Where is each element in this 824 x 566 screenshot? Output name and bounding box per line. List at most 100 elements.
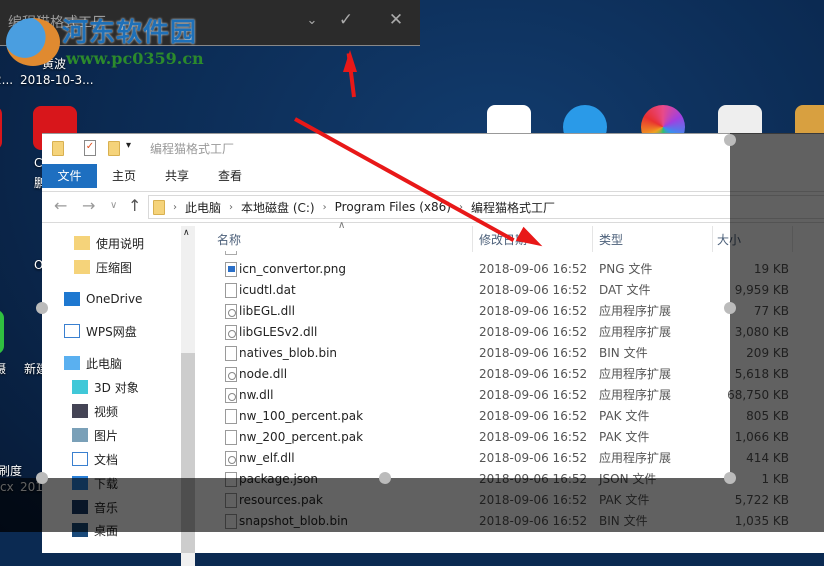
watermark-name: 河东软件园 — [62, 18, 198, 48]
new-folder-icon[interactable] — [108, 141, 120, 156]
sidebar-item[interactable]: 文档 — [72, 448, 118, 470]
file-type: 应用程序扩展 — [599, 304, 672, 318]
dll-file-icon — [225, 388, 237, 403]
file-name: nw.dll — [239, 388, 274, 402]
file-date: 2018-09-06 16:52 — [479, 430, 588, 444]
sidebar-item[interactable]: 3D 对象 — [72, 376, 139, 398]
sidebar-item-label: 文档 — [94, 452, 119, 467]
arrow-head — [343, 50, 357, 72]
file-file-icon — [225, 346, 237, 361]
recent-dropdown-icon[interactable]: ∨ — [110, 200, 117, 211]
file-name: icudtl.dat — [239, 283, 296, 297]
folder-icon — [74, 260, 90, 274]
dll-file-icon — [225, 325, 237, 340]
file-name: nw_100_percent.pak — [239, 409, 364, 423]
file-date: 2018-09-06 16:52 — [479, 367, 588, 381]
cloud-icon — [64, 292, 80, 306]
sidebar-item-label: 使用说明 — [96, 236, 145, 251]
quick-access-toolbar: ✓ ▾ 编程猫格式工厂 — [42, 134, 824, 162]
file-date: 2018-09-06 16:52 — [479, 325, 588, 339]
customize-dropdown-icon[interactable]: ▾ — [126, 140, 131, 151]
file-type: 应用程序扩展 — [599, 325, 672, 339]
film-icon — [72, 404, 88, 418]
sidebar-item[interactable]: WPS网盘 — [64, 320, 137, 342]
breadcrumb-item[interactable]: 编程猫格式工厂 — [471, 199, 555, 216]
sidebar-item[interactable]: 使用说明 — [74, 232, 144, 254]
file-type: 应用程序扩展 — [599, 451, 672, 465]
column-divider[interactable] — [592, 226, 593, 252]
sidebar-item[interactable]: OneDrive — [64, 288, 142, 310]
watermark-logo — [6, 18, 60, 66]
up-button[interactable]: ↑ — [128, 196, 141, 215]
tab-file[interactable]: 文件 — [42, 164, 97, 188]
selection-handle[interactable] — [724, 134, 736, 146]
file-date: 2018-09-06 16:52 — [479, 451, 588, 465]
address-bar[interactable]: › 此电脑 › 本地磁盘 (C:) › Program Files (x86) … — [148, 195, 824, 219]
dll-file-icon — [225, 451, 237, 466]
sidebar-item-label: 视频 — [94, 404, 119, 419]
partial-row — [225, 251, 237, 255]
tab-view[interactable]: 查看 — [218, 164, 242, 188]
ribbon-divider — [42, 191, 824, 192]
sidebar-item[interactable]: 此电脑 — [64, 352, 122, 374]
selection-handle[interactable] — [724, 472, 736, 484]
computer-icon — [64, 356, 80, 370]
file-file-icon — [225, 409, 237, 424]
file-date: 2018-09-06 16:52 — [479, 409, 588, 423]
file-name: natives_blob.bin — [239, 346, 338, 360]
scroll-up-icon[interactable]: ∧ — [183, 228, 190, 238]
ribbon-tabs: 文件 主页 共享 查看 — [42, 164, 824, 188]
tab-share[interactable]: 共享 — [165, 164, 189, 188]
chevron-right-icon: › — [173, 201, 177, 213]
sidebar-item-label: OneDrive — [86, 292, 143, 306]
png-file-icon — [225, 262, 237, 277]
folder-icon — [52, 141, 64, 156]
column-divider[interactable] — [712, 226, 713, 252]
tab-home[interactable]: 主页 — [112, 164, 136, 188]
file-name: libEGL.dll — [239, 304, 295, 318]
chevron-right-icon: › — [229, 201, 234, 213]
file-type: 应用程序扩展 — [599, 367, 672, 381]
green-app-icon[interactable] — [0, 310, 4, 354]
selection-handle[interactable] — [724, 302, 736, 314]
sidebar-item[interactable]: 图片 — [72, 424, 118, 446]
column-header-name[interactable]: 名称 — [217, 229, 241, 251]
overlay-bottom — [0, 478, 824, 532]
forward-button[interactable]: → — [82, 196, 95, 215]
file-name: icn_convertor.png — [239, 262, 347, 276]
chevron-down-icon[interactable]: ⌄ — [300, 13, 324, 28]
cloud-outline-icon — [64, 324, 80, 338]
selection-handle[interactable] — [379, 472, 391, 484]
file-date: 2018-09-06 16:52 — [479, 304, 588, 318]
sidebar-item-label: WPS网盘 — [86, 324, 137, 339]
file-file-icon — [225, 430, 237, 445]
properties-icon[interactable]: ✓ — [84, 140, 96, 156]
file-type: PNG 文件 — [599, 262, 653, 276]
file-date: 2018-09-06 16:52 — [479, 283, 588, 297]
folder-icon — [153, 199, 165, 215]
cube-icon — [72, 380, 88, 394]
file-date: 2018-09-06 16:52 — [479, 346, 588, 360]
breadcrumb-item[interactable]: 本地磁盘 (C:) — [241, 199, 315, 216]
close-icon[interactable]: ✕ — [384, 10, 408, 30]
desktop-label: 刷度 — [0, 464, 23, 478]
document-icon — [72, 452, 88, 466]
back-button[interactable]: ← — [54, 196, 67, 215]
sidebar-item[interactable]: 压缩图 — [74, 256, 132, 278]
column-divider[interactable] — [472, 226, 473, 252]
selection-handle[interactable] — [36, 302, 48, 314]
dll-file-icon — [225, 367, 237, 382]
sidebar-item-label: 此电脑 — [86, 356, 123, 371]
sidebar-item[interactable]: 视频 — [72, 400, 118, 422]
file-type: 应用程序扩展 — [599, 388, 672, 402]
file-type: BIN 文件 — [599, 346, 648, 360]
breadcrumb-item[interactable]: Program Files (x86) — [335, 200, 451, 214]
column-header-type[interactable]: 类型 — [599, 229, 623, 251]
file-name: nw_200_percent.pak — [239, 430, 364, 444]
desktop-label: 摄 — [0, 362, 7, 376]
breadcrumb-item[interactable]: 此电脑 — [185, 199, 221, 216]
selection-handle[interactable] — [36, 472, 48, 484]
dll-file-icon — [225, 304, 237, 319]
folder-icon — [74, 236, 90, 250]
check-icon[interactable]: ✓ — [334, 10, 358, 30]
